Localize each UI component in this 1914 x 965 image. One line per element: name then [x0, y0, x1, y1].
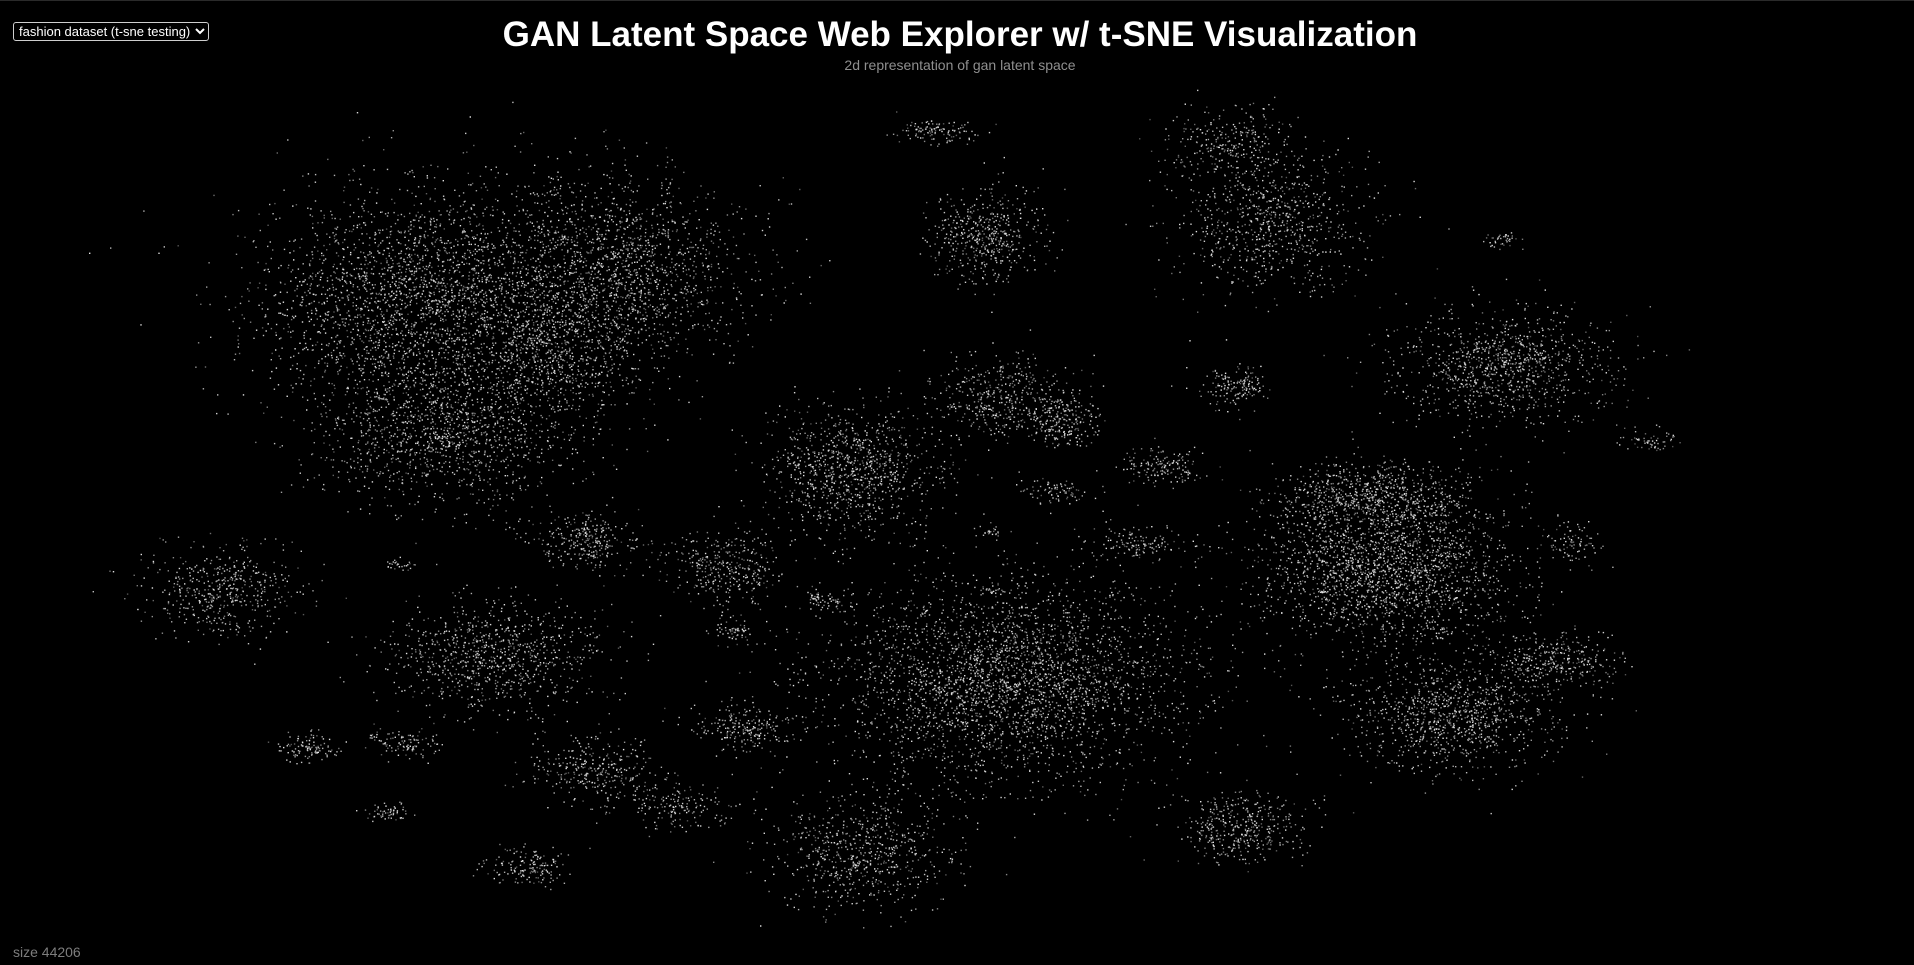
page-header: GAN Latent Space Web Explorer w/ t-SNE V…: [0, 13, 1914, 73]
size-readout: size 44206: [13, 944, 81, 960]
tsne-scatter-plot[interactable]: [0, 1, 1914, 965]
page-subtitle: 2d representation of gan latent space: [0, 57, 1914, 73]
tsne-point-cloud: [89, 89, 1691, 929]
page-title: GAN Latent Space Web Explorer w/ t-SNE V…: [0, 13, 1914, 57]
explorer-page: fashion dataset (t-sne testing) GAN Late…: [0, 0, 1914, 965]
